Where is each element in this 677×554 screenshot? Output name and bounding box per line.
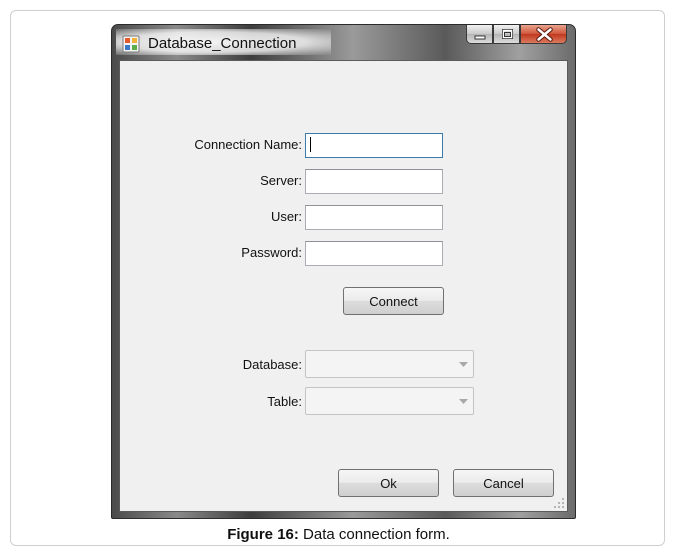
text-caret (310, 137, 311, 152)
database-dropdown[interactable] (305, 350, 474, 378)
maximize-button[interactable] (493, 25, 520, 44)
connection-name-label: Connection Name: (194, 137, 302, 152)
database-label: Database: (242, 357, 302, 372)
user-label: User: (270, 209, 302, 224)
form-icon[interactable] (122, 35, 140, 53)
chevron-down-icon (459, 362, 468, 367)
minimize-icon (474, 35, 486, 40)
ok-button[interactable]: Ok (338, 469, 439, 497)
password-input[interactable] (305, 241, 443, 266)
minimize-button[interactable] (466, 25, 493, 44)
form-client-area: Connection Name: Server: User: Password:… (119, 60, 568, 512)
close-icon (536, 27, 553, 42)
figure-caption: Figure 16: Data connection form. (0, 526, 677, 543)
user-input[interactable] (305, 205, 443, 230)
cancel-button[interactable]: Cancel (453, 469, 554, 497)
close-button[interactable] (520, 25, 567, 44)
table-label: Table: (267, 394, 302, 409)
figure-caption-text: Data connection form. (298, 526, 450, 543)
password-label: Password: (241, 245, 302, 260)
table-dropdown[interactable] (305, 387, 474, 415)
title-bar[interactable]: Database_Connection (112, 25, 575, 59)
window-title: Database_Connection (148, 35, 297, 52)
caption-buttons (466, 25, 567, 45)
server-input[interactable] (305, 169, 443, 194)
figure-label: Figure 16: (227, 526, 299, 543)
server-label: Server: (260, 173, 302, 188)
connect-button[interactable]: Connect (343, 287, 444, 315)
dialog-window: Database_Connection Connection Name: Ser… (111, 24, 576, 519)
chevron-down-icon (459, 399, 468, 404)
resize-grip-icon[interactable] (553, 497, 565, 509)
maximize-icon (502, 29, 513, 39)
connection-name-input[interactable] (305, 133, 443, 158)
